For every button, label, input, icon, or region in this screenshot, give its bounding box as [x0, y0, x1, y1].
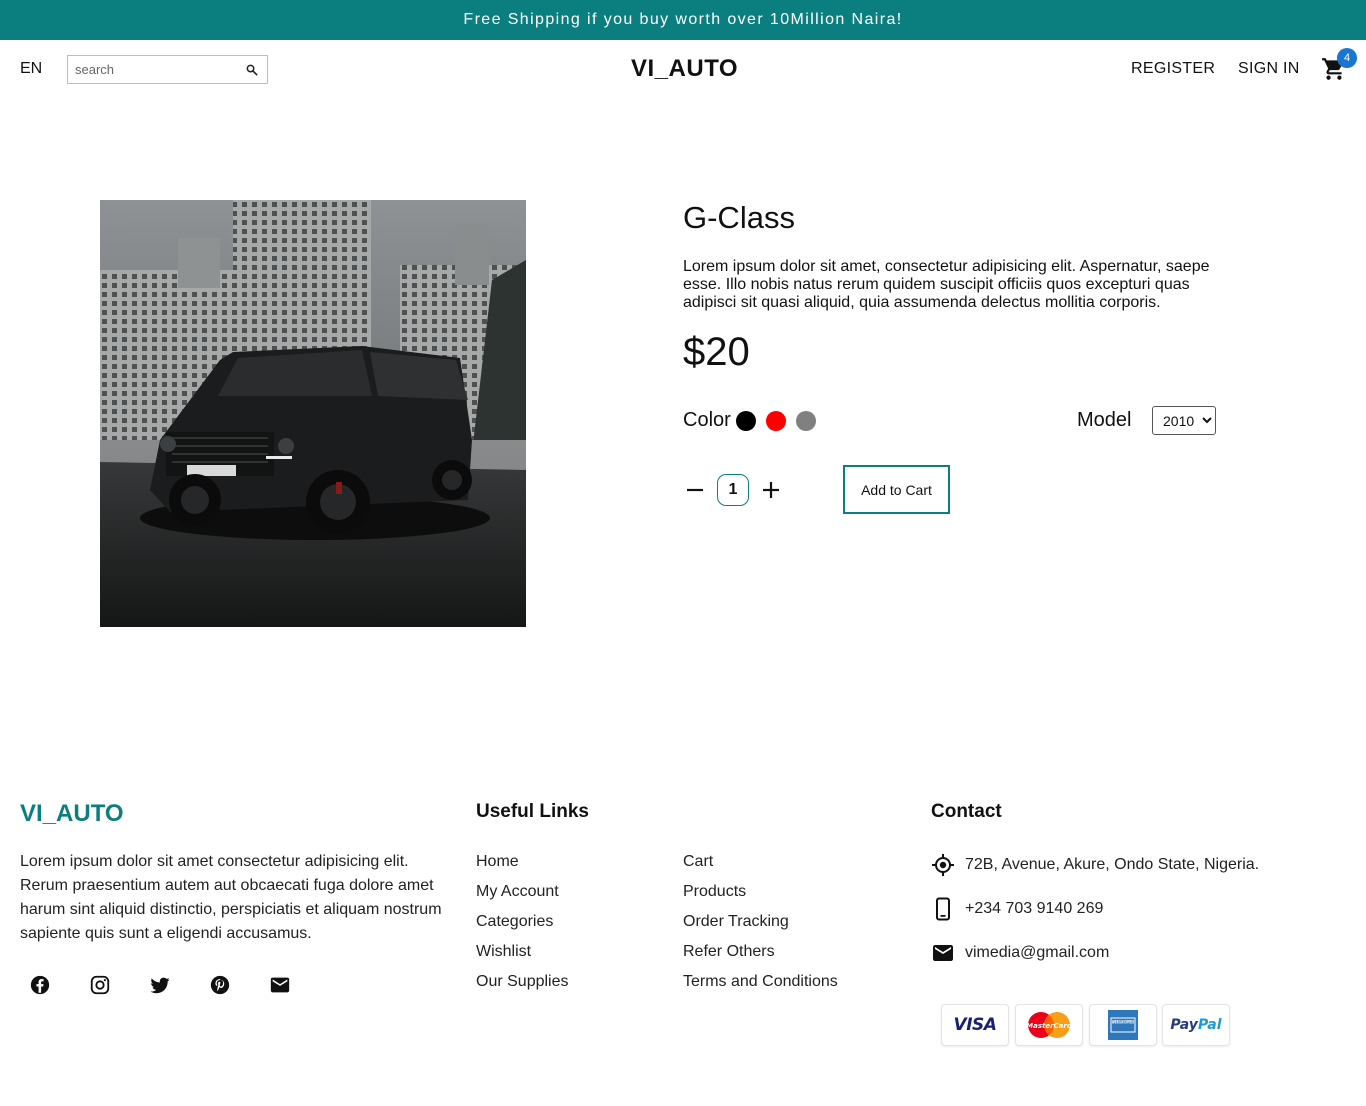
mail-icon	[933, 945, 953, 961]
mastercard-text: MasterCard	[1026, 1022, 1073, 1030]
useful-links-title: Useful Links	[476, 801, 589, 822]
amex-text: AMERICAN EXPRESS	[1112, 1020, 1134, 1026]
color-swatch-gray[interactable]	[796, 411, 816, 431]
announcement-bar: Free Shipping if you buy worth over 10Mi…	[0, 0, 1366, 40]
search-container	[67, 55, 268, 84]
color-swatch-black[interactable]	[736, 411, 756, 431]
search-icon[interactable]	[245, 63, 259, 77]
color-swatch-red[interactable]	[766, 411, 786, 431]
add-to-cart-button[interactable]: Add to Cart	[843, 465, 950, 514]
product-description: Lorem ipsum dolor sit amet, consectetur …	[683, 258, 1210, 311]
mastercard-logo: MasterCard	[1015, 1004, 1083, 1046]
footer-logo[interactable]: VI_AUTO	[20, 800, 124, 828]
increase-quantity-icon[interactable]	[762, 478, 780, 502]
paypal-text-pal: Pal	[1197, 1017, 1222, 1033]
site-logo[interactable]: VI_AUTO	[631, 55, 738, 83]
facebook-icon[interactable]	[29, 974, 51, 996]
model-select[interactable]: 2010	[1152, 406, 1216, 435]
register-link[interactable]: REGISTER	[1131, 60, 1215, 78]
contact-email[interactable]: vimedia@gmail.com	[965, 944, 1109, 962]
footer-link-our-supplies[interactable]: Our Supplies	[476, 973, 569, 991]
email-icon[interactable]	[269, 974, 291, 996]
paypal-text-pay: Pay	[1170, 1017, 1198, 1033]
footer-link-terms[interactable]: Terms and Conditions	[683, 973, 838, 991]
contact-title: Contact	[931, 801, 1002, 822]
product-photo	[100, 200, 526, 627]
navbar: EN VI_AUTO REGISTER SIGN IN	[0, 40, 1366, 98]
product-title: G-Class	[683, 200, 795, 235]
color-label: Color	[683, 409, 731, 431]
footer-link-my-account[interactable]: My Account	[476, 883, 559, 901]
search-input[interactable]	[68, 56, 238, 83]
contact-address: 72B, Avenue, Akure, Ondo State, Nigeria.	[965, 856, 1260, 873]
amex-mark: AMERICAN EXPRESS	[1108, 1010, 1138, 1040]
contact-phone: +234 703 9140 269	[965, 900, 1104, 917]
footer-link-cart[interactable]: Cart	[683, 853, 713, 871]
cart-count-badge: 4	[1337, 48, 1357, 68]
paypal-text: PayPal	[1170, 1017, 1221, 1033]
sign-in-link[interactable]: SIGN IN	[1238, 60, 1300, 78]
footer-description: Lorem ipsum dolor sit amet consectetur a…	[20, 853, 442, 942]
paypal-logo: PayPal	[1162, 1004, 1230, 1046]
phone-icon	[936, 897, 950, 921]
product-image	[100, 200, 526, 627]
footer-link-wishlist[interactable]: Wishlist	[476, 943, 531, 961]
footer-link-refer-others[interactable]: Refer Others	[683, 943, 775, 961]
visa-logo-text: VISA	[953, 1015, 997, 1035]
instagram-icon[interactable]	[89, 974, 111, 996]
language-selector[interactable]: EN	[20, 60, 42, 78]
amex-logo: AMERICAN EXPRESS	[1089, 1004, 1157, 1046]
product-price: $20	[683, 330, 750, 374]
footer-link-home[interactable]: Home	[476, 853, 519, 871]
visa-logo: VISA	[941, 1004, 1009, 1046]
pinterest-icon[interactable]	[209, 974, 231, 996]
mastercard-mark: MasterCard	[1026, 1012, 1073, 1038]
twitter-icon[interactable]	[149, 974, 171, 996]
decrease-quantity-icon[interactable]	[686, 478, 704, 502]
footer-link-categories[interactable]: Categories	[476, 913, 553, 931]
quantity-display: 1	[717, 474, 749, 506]
footer-link-products[interactable]: Products	[683, 883, 746, 901]
location-icon	[932, 854, 954, 876]
footer-link-order-tracking[interactable]: Order Tracking	[683, 913, 789, 931]
model-label: Model	[1077, 409, 1132, 431]
